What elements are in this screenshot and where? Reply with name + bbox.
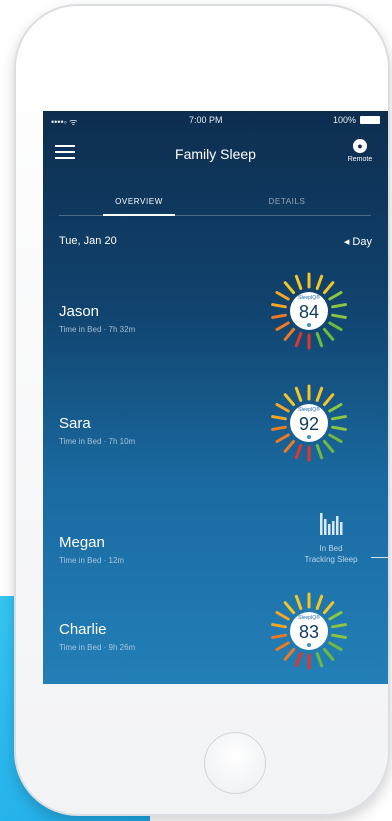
clock: 7:00 PM (189, 115, 223, 125)
signal-indicator: ••••◦ ᯤ (51, 117, 78, 127)
tracking-status-text: In Bed Tracking Sleep (281, 543, 381, 565)
range-selector[interactable]: ◂ Day (344, 235, 372, 248)
app-screen: ••••◦ ᯤ 7:00 PM 100% Family Sleep ● Remo… (43, 111, 388, 684)
person-name: Sara (59, 415, 91, 432)
time-in-bed: Time in Bed · 7h 32m (59, 325, 136, 334)
tracking-divider (371, 557, 388, 558)
sleep-score-badge[interactable]: SleepIQ® 84 (269, 271, 349, 351)
remote-button[interactable]: ● Remote (340, 139, 380, 163)
person-name: Jason (59, 303, 100, 320)
person-name: Megan (59, 534, 105, 551)
app-header: Family Sleep ● Remote (43, 133, 388, 177)
sleep-score: 84 (298, 302, 320, 322)
sleep-score-badge[interactable]: SleepIQ® 83 (269, 591, 349, 671)
sleep-score: 83 (298, 622, 320, 642)
time-in-bed: Time in Bed · 9h 26m (59, 643, 136, 652)
tab-bar: OVERVIEW DETAILS (59, 191, 371, 216)
tab-details[interactable]: DETAILS (227, 197, 347, 206)
battery-percent: 100% (332, 115, 356, 125)
in-bed-label: In Bed (319, 544, 343, 553)
status-bar: ••••◦ ᯤ 7:00 PM 100% (43, 111, 388, 129)
score-label: SleepIQ® (298, 407, 320, 413)
page-title: Family Sleep (175, 146, 256, 162)
sleep-score: 92 (298, 414, 320, 434)
person-icon: ● (353, 139, 367, 153)
date-label: Tue, Jan 20 (59, 235, 117, 247)
person-row-charlie[interactable]: Charlie Time in Bed · 9h 26m (59, 621, 135, 652)
time-in-bed: Time in Bed · 12m (59, 556, 125, 565)
tab-overview[interactable]: OVERVIEW (79, 197, 199, 206)
home-button[interactable] (204, 732, 266, 794)
sleep-tracking-icon (319, 511, 343, 535)
tracking-label: Tracking Sleep (304, 555, 358, 564)
time-in-bed: Time in Bed · 7h 10m (59, 437, 136, 446)
person-row-jason[interactable]: Jason Time in Bed · 7h 32m (59, 303, 135, 334)
score-label: SleepIQ® (298, 615, 320, 621)
person-row-sara[interactable]: Sara Time in Bed · 7h 10m (59, 415, 135, 446)
person-row-megan[interactable]: Megan Time in Bed · 12m (59, 534, 124, 565)
sleep-score-badge[interactable]: SleepIQ® 92 (269, 383, 349, 463)
score-label: SleepIQ® (298, 295, 320, 301)
tracking-status[interactable]: In Bed Tracking Sleep (281, 511, 381, 565)
battery-icon (360, 116, 380, 124)
active-tab-indicator (103, 214, 175, 216)
person-name: Charlie (59, 621, 107, 638)
remote-label: Remote (347, 156, 373, 163)
